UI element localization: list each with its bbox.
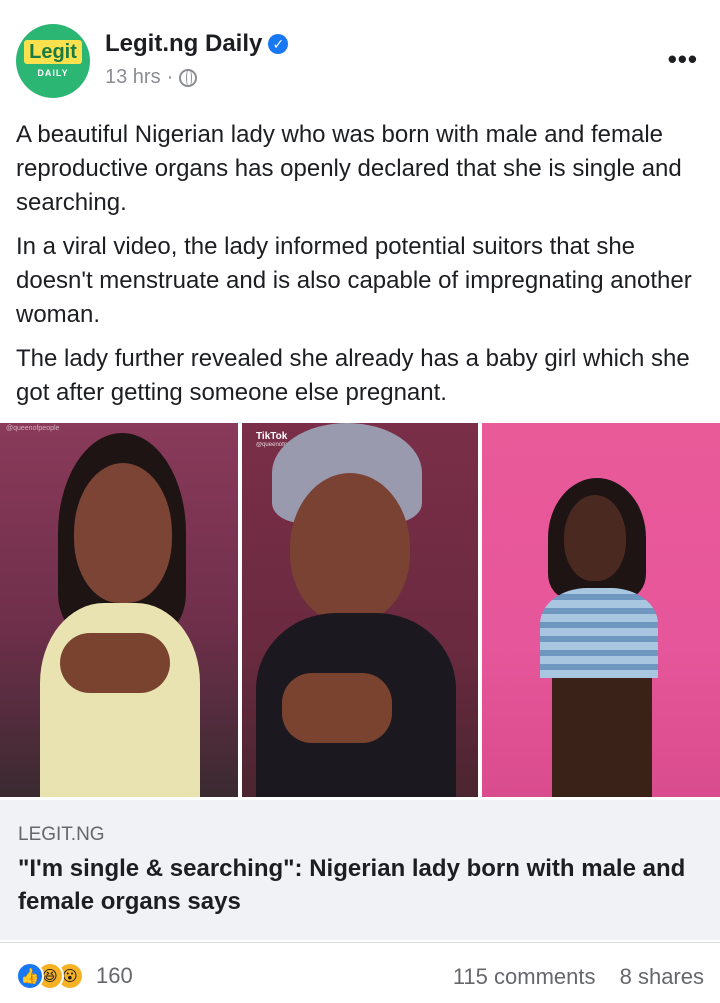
link-title[interactable]: "I'm single & searching": Nigerian lady … (18, 852, 708, 918)
avatar-logo-text: Legit (24, 40, 82, 64)
face-shape (74, 463, 172, 603)
face-shape (564, 495, 626, 581)
divider (0, 942, 720, 943)
comments-link[interactable]: 115 comments (453, 964, 596, 989)
post-body: A beautiful Nigerian lady who was born w… (16, 118, 706, 420)
engagement-stats: 115 comments 8 shares (453, 964, 704, 990)
more-options-icon[interactable]: ••• (668, 44, 698, 75)
top-shape (540, 588, 658, 678)
face-shape (290, 473, 410, 623)
hand-shape (60, 633, 170, 693)
post-footer: 👍 😆 😮 160 115 comments 8 shares (0, 950, 720, 1000)
photo-left[interactable]: @queenofpeople (0, 423, 238, 797)
verified-badge-icon: ✓ (268, 34, 289, 54)
photo-right[interactable] (482, 423, 720, 797)
link-preview[interactable]: LEGIT.NG "I'm single & searching": Niger… (0, 800, 720, 940)
post-timestamp[interactable]: 13 hrs (105, 66, 161, 89)
post-meta: 13 hrs · (105, 66, 198, 89)
page-name-link[interactable]: Legit.ng Daily (105, 30, 262, 58)
meta-separator: · (166, 66, 174, 88)
post-paragraph: The lady further revealed she already ha… (16, 345, 690, 406)
avatar-logo-subtext: DAILY (37, 68, 69, 78)
link-domain: LEGIT.NG (18, 824, 105, 845)
page-avatar[interactable]: Legit DAILY (16, 24, 90, 98)
photo-middle[interactable]: TikTok @queenofpeople (242, 423, 478, 797)
like-reaction-icon: 👍 (16, 962, 44, 990)
shares-link[interactable]: 8 shares (620, 964, 704, 989)
post-paragraph: A beautiful Nigerian lady who was born w… (16, 121, 682, 216)
post-paragraph: In a viral video, the lady informed pote… (16, 233, 692, 328)
photo-watermark: @queenofpeople (6, 425, 60, 432)
photo-collage[interactable]: @queenofpeople TikTok @queenofpeople (0, 423, 720, 797)
post-header: Legit DAILY Legit.ng Daily ✓ 13 hrs · ••… (0, 0, 720, 112)
reaction-count: 160 (96, 963, 133, 988)
tiktok-label: TikTok (256, 431, 288, 442)
page-name-row: Legit.ng Daily ✓ (105, 30, 289, 58)
hand-shape (282, 673, 392, 743)
globe-icon (179, 68, 198, 87)
torso-shape (552, 678, 652, 797)
reactions-summary[interactable]: 👍 😆 😮 160 (16, 962, 133, 990)
